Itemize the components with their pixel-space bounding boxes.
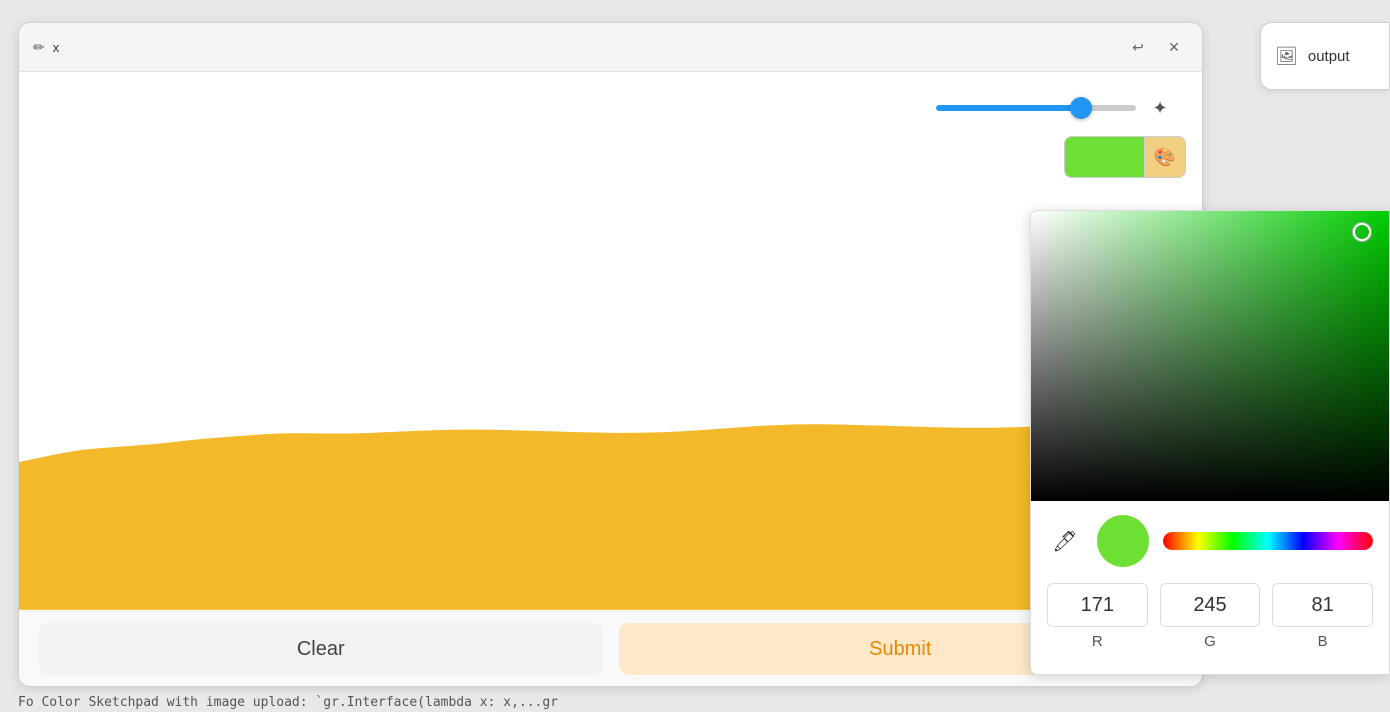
selected-color-circle xyxy=(1097,515,1149,567)
color-preview[interactable] xyxy=(1064,136,1144,178)
hue-slider-container xyxy=(1163,532,1373,550)
close-button[interactable]: ✕ xyxy=(1160,33,1188,61)
edit-icon: ✏ xyxy=(33,39,45,56)
g-label: G xyxy=(1204,633,1216,650)
b-input[interactable] xyxy=(1272,583,1373,627)
g-input-group: G xyxy=(1160,583,1261,650)
output-label: output xyxy=(1308,48,1350,65)
window-controls: ↩ ✕ xyxy=(1124,33,1188,61)
r-label: R xyxy=(1092,633,1103,650)
b-input-group: B xyxy=(1272,583,1373,650)
g-input[interactable] xyxy=(1160,583,1261,627)
title-bar: ✏ x ↩ ✕ xyxy=(19,23,1202,72)
sketchpad-window: ✏ x ↩ ✕ ✦ 🎨 Clear xyxy=(18,22,1203,687)
b-label: B xyxy=(1318,633,1328,650)
r-input[interactable] xyxy=(1047,583,1148,627)
bottom-text: Fo Color Sketchpad with image upload: `g… xyxy=(18,693,558,712)
hue-slider[interactable] xyxy=(1163,532,1373,550)
picker-controls: 🖊 R G B xyxy=(1031,501,1389,674)
output-panel: 🖼 output xyxy=(1260,22,1390,90)
picker-cursor xyxy=(1353,223,1371,241)
tab-title[interactable]: x xyxy=(53,40,60,55)
color-selector-row: 🎨 xyxy=(1064,136,1186,178)
landscape-drawing xyxy=(19,314,1202,610)
color-gradient-picker[interactable] xyxy=(1031,211,1389,501)
output-icon: 🖼 xyxy=(1275,46,1298,67)
clear-button[interactable]: Clear xyxy=(39,623,603,675)
brush-size-row: ✦ xyxy=(932,88,1186,128)
picker-tools-row: 🖊 xyxy=(1047,515,1373,567)
toolbar-overlay: ✦ 🎨 xyxy=(932,88,1186,178)
canvas-area[interactable]: ✦ 🎨 xyxy=(19,72,1202,610)
bottom-bar: Clear Submit xyxy=(19,611,1202,686)
brush-size-slider[interactable] xyxy=(936,105,1136,111)
rgb-inputs-row: R G B xyxy=(1047,583,1373,650)
r-input-group: R xyxy=(1047,583,1148,650)
undo-button[interactable]: ↩ xyxy=(1124,33,1152,61)
color-picker-panel: 🖊 R G B xyxy=(1030,210,1390,675)
palette-button[interactable]: 🎨 xyxy=(1144,136,1186,178)
magic-wand-button[interactable]: ✦ xyxy=(1144,92,1176,124)
eyedropper-button[interactable]: 🖊 xyxy=(1047,523,1083,559)
